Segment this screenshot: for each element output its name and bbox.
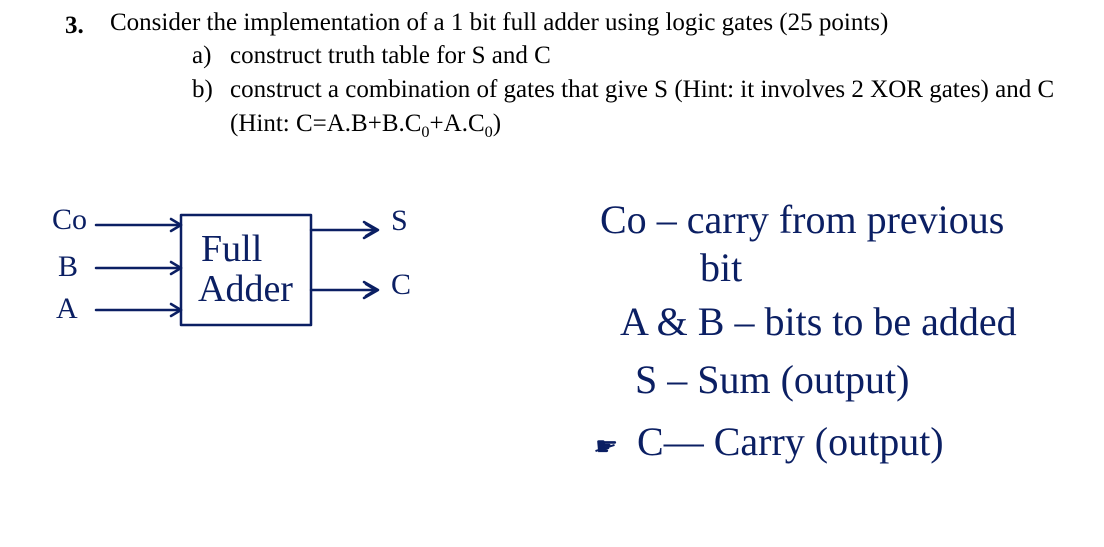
legend-s: S – Sum (output): [635, 360, 909, 400]
legend-c-text: Carry (output): [714, 419, 944, 464]
legend-c-label: C: [637, 419, 664, 464]
legend-s-label: S: [635, 357, 657, 402]
output-label-c: C: [391, 270, 411, 300]
pointer-icon: ☛: [595, 434, 615, 460]
legend-s-text: Sum (output): [697, 357, 909, 402]
output-label-s: S: [391, 206, 408, 236]
full-adder-diagram: Co B A Full Adder S C: [46, 200, 426, 380]
exam-problem-page: 3. Consider the implementation of a 1 bi…: [0, 0, 1104, 547]
dash-icon: –: [657, 357, 697, 402]
part-b-line2: (Hint: C=A.B+B.C0+A.C0): [230, 110, 501, 142]
box-text-adder: Adder: [198, 270, 293, 308]
part-b-line1: construct a combination of gates that gi…: [230, 76, 1054, 104]
part-b-label: b): [192, 76, 213, 104]
dash-icon: —: [664, 419, 714, 464]
input-label-b: B: [58, 252, 78, 282]
problem-number: 3.: [65, 12, 84, 40]
hint-mid: +A.C: [430, 110, 485, 137]
hint-suffix: ): [493, 110, 501, 137]
hint-prefix: (Hint: C=A.B+B.C: [230, 110, 421, 137]
legend-ab-label: A & B: [620, 299, 724, 344]
legend-co-text2: bit: [700, 245, 742, 290]
legend-co: Co – carry from previous: [600, 200, 1004, 240]
dash-icon: –: [724, 299, 764, 344]
part-a-label: a): [192, 42, 211, 70]
legend-c: ☛ C— Carry (output): [595, 422, 944, 462]
legend-co-label: Co: [600, 197, 647, 242]
box-text-full: Full: [201, 230, 262, 268]
subscript-1: 0: [421, 123, 429, 141]
legend-co-line2: bit: [700, 248, 742, 288]
legend-ab: A & B – bits to be added: [620, 302, 1017, 342]
legend-co-text1: carry from previous: [687, 197, 1005, 242]
part-a-text: construct truth table for S and C: [230, 42, 551, 70]
problem-text: Consider the implementation of a 1 bit f…: [110, 9, 888, 37]
input-label-a: A: [56, 294, 78, 324]
input-label-co: Co: [52, 205, 87, 235]
legend-ab-text: bits to be added: [764, 299, 1016, 344]
dash-icon: –: [647, 197, 687, 242]
subscript-2: 0: [485, 123, 493, 141]
